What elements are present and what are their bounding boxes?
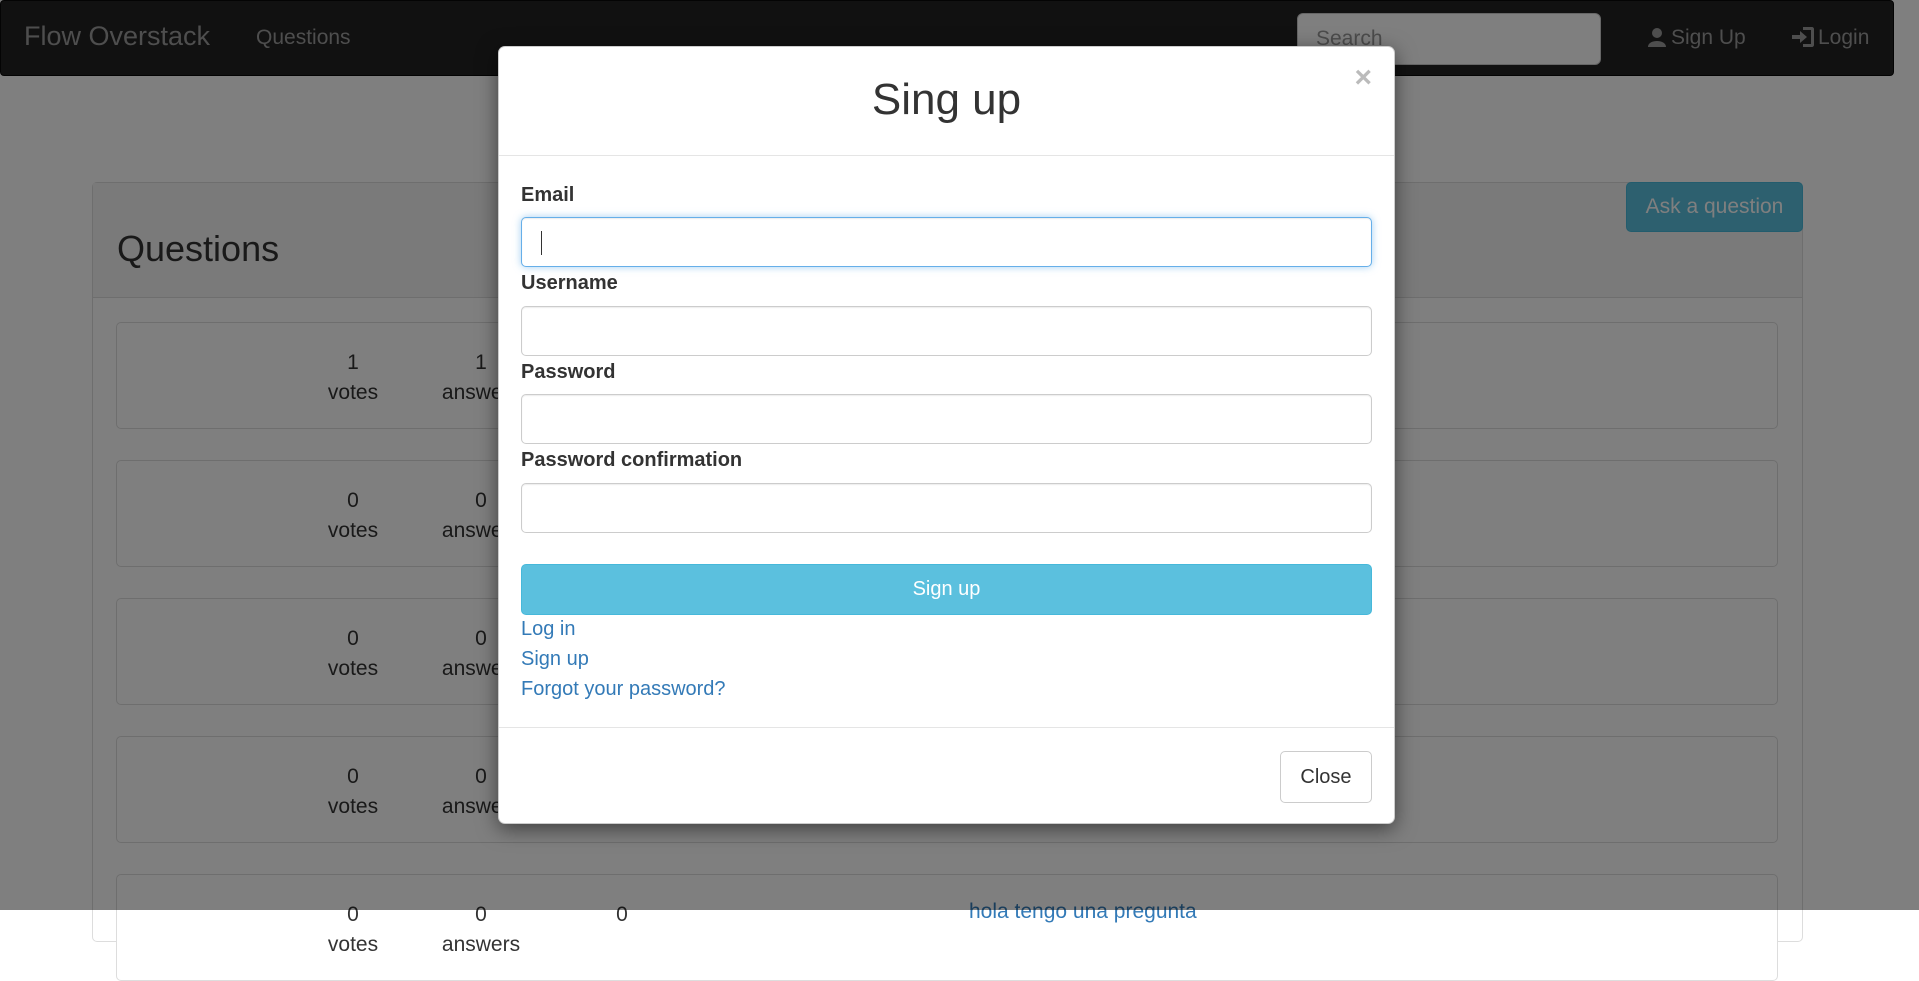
password-field[interactable] bbox=[521, 394, 1372, 444]
login-link[interactable]: Log in bbox=[521, 618, 576, 641]
signup-submit-button[interactable]: Sign up bbox=[521, 564, 1372, 615]
email-field[interactable] bbox=[521, 217, 1372, 267]
close-icon[interactable]: × bbox=[1354, 63, 1372, 93]
modal-header: Sing up × bbox=[499, 47, 1394, 156]
text-caret bbox=[541, 231, 542, 255]
signup-link[interactable]: Sign up bbox=[521, 648, 589, 671]
forgot-password-link[interactable]: Forgot your password? bbox=[521, 678, 726, 701]
email-label: Email bbox=[521, 184, 575, 206]
modal-footer: Close bbox=[499, 727, 1394, 825]
answers-label: answers bbox=[441, 933, 521, 956]
password-confirmation-field[interactable] bbox=[521, 483, 1372, 533]
username-label: Username bbox=[521, 272, 618, 294]
modal-title: Sing up bbox=[871, 75, 1022, 124]
password-label: Password bbox=[521, 361, 616, 383]
password-confirmation-label: Password confirmation bbox=[521, 449, 743, 471]
username-field[interactable] bbox=[521, 306, 1372, 356]
signup-modal: Sing up × Email Username Password Passwo… bbox=[498, 46, 1395, 824]
votes-label: votes bbox=[327, 933, 379, 956]
close-button[interactable]: Close bbox=[1280, 751, 1372, 803]
